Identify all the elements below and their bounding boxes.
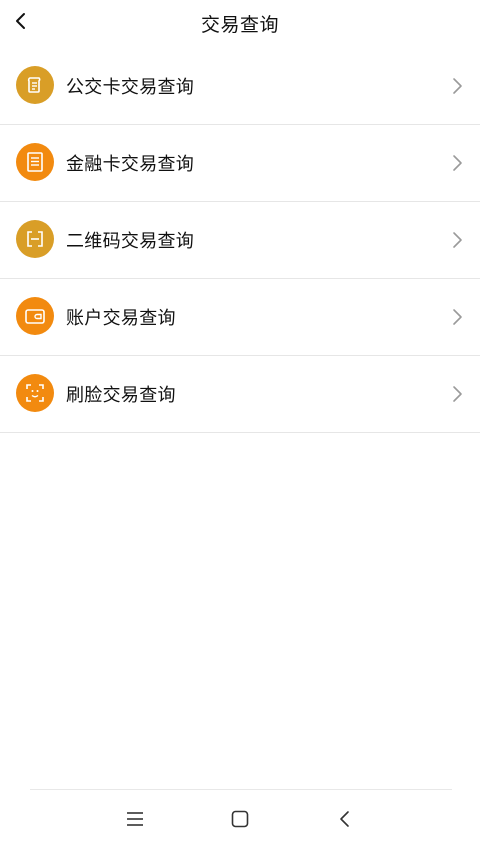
list-item-label: 公交卡交易查询	[66, 77, 195, 98]
chevron-right-icon	[453, 155, 462, 171]
list-item-label: 二维码交易查询	[66, 231, 195, 252]
face-scan-icon	[16, 374, 54, 412]
header-bar: 交易查询	[0, 0, 480, 46]
back-triangle-icon	[340, 811, 349, 827]
list-item-label: 刷脸交易查询	[66, 385, 176, 406]
transaction-query-page: 交易查询 公交卡交易查询 金融卡交易查询 二维码交易查询 账户交易查询 刷脸交易…	[0, 0, 480, 853]
chevron-right-icon	[453, 386, 462, 402]
list-item-qr-code[interactable]: 二维码交易查询	[0, 202, 480, 279]
query-list: 公交卡交易查询 金融卡交易查询 二维码交易查询 账户交易查询 刷脸交易查询	[0, 48, 480, 433]
wallet-icon	[16, 297, 54, 335]
home-square-icon	[231, 810, 249, 828]
receipt-icon	[16, 143, 54, 181]
list-item-label: 金融卡交易查询	[66, 154, 195, 175]
chevron-right-icon	[453, 309, 462, 325]
list-item-face-pay[interactable]: 刷脸交易查询	[0, 356, 480, 433]
qr-scan-icon	[16, 220, 54, 258]
home-button[interactable]	[225, 804, 255, 834]
chevron-right-icon	[453, 232, 462, 248]
list-item-bus-card[interactable]: 公交卡交易查询	[0, 48, 480, 125]
chevron-left-icon	[16, 13, 25, 29]
list-item-account[interactable]: 账户交易查询	[0, 279, 480, 356]
list-item-bank-card[interactable]: 金融卡交易查询	[0, 125, 480, 202]
page-title: 交易查询	[200, 13, 279, 36]
nav-divider	[30, 789, 452, 790]
chevron-right-icon	[453, 78, 462, 94]
back-button[interactable]	[6, 6, 36, 36]
bus-card-ticket-icon	[16, 66, 54, 104]
system-back-button[interactable]	[330, 804, 360, 834]
menu-icon	[127, 812, 143, 826]
menu-button[interactable]	[120, 804, 150, 834]
list-item-label: 账户交易查询	[66, 308, 176, 329]
